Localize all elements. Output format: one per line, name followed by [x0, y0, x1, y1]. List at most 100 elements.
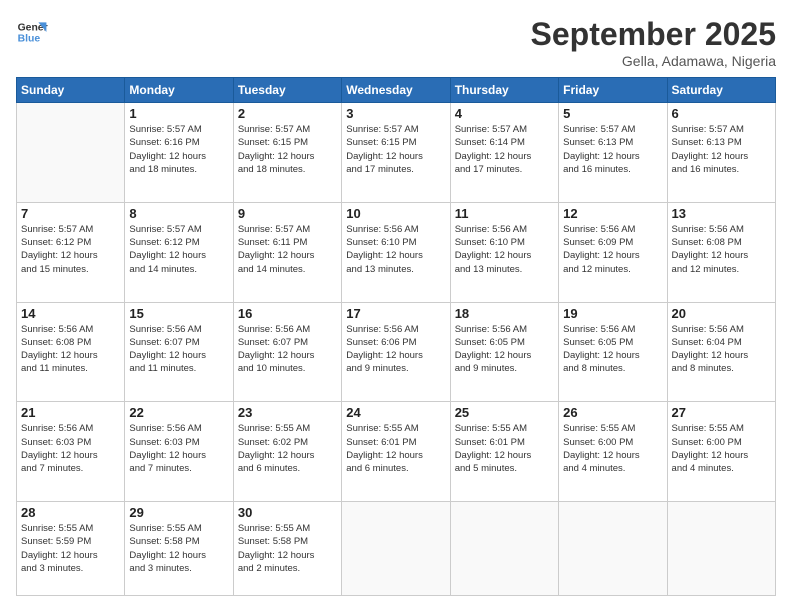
week-row-4: 21 Sunrise: 5:56 AM Sunset: 6:03 PM Dayli…: [17, 402, 776, 502]
day-cell: 20 Sunrise: 5:56 AM Sunset: 6:04 PM Dayli…: [667, 302, 775, 402]
day-number: 14: [21, 306, 120, 321]
day-number: 22: [129, 405, 228, 420]
logo: General Blue: [16, 16, 48, 48]
day-number: 23: [238, 405, 337, 420]
day-number: 2: [238, 106, 337, 121]
day-cell: 21 Sunrise: 5:56 AM Sunset: 6:03 PM Dayli…: [17, 402, 125, 502]
day-info: Sunrise: 5:55 AM Sunset: 5:59 PM Dayligh…: [21, 522, 120, 575]
day-cell: [559, 502, 667, 596]
day-number: 10: [346, 206, 445, 221]
day-number: 9: [238, 206, 337, 221]
day-info: Sunrise: 5:55 AM Sunset: 6:00 PM Dayligh…: [672, 422, 771, 475]
day-headers: Sunday Monday Tuesday Wednesday Thursday…: [17, 78, 776, 103]
day-info: Sunrise: 5:57 AM Sunset: 6:12 PM Dayligh…: [129, 223, 228, 276]
day-cell: 29Sunrise: 5:55 AM Sunset: 5:58 PM Dayli…: [125, 502, 233, 596]
day-cell: 15 Sunrise: 5:56 AM Sunset: 6:07 PM Dayli…: [125, 302, 233, 402]
day-number: 7: [21, 206, 120, 221]
week-row-3: 14 Sunrise: 5:56 AM Sunset: 6:08 PM Dayli…: [17, 302, 776, 402]
day-cell: [450, 502, 558, 596]
day-info: Sunrise: 5:57 AM Sunset: 6:12 PM Dayligh…: [21, 223, 120, 276]
day-info: Sunrise: 5:55 AM Sunset: 6:01 PM Dayligh…: [346, 422, 445, 475]
calendar: Sunday Monday Tuesday Wednesday Thursday…: [16, 77, 776, 596]
title-area: September 2025 Gella, Adamawa, Nigeria: [531, 16, 776, 69]
day-info: Sunrise: 5:56 AM Sunset: 6:07 PM Dayligh…: [129, 323, 228, 376]
day-cell: 9 Sunrise: 5:57 AM Sunset: 6:11 PM Daylig…: [233, 202, 341, 302]
day-info: Sunrise: 5:56 AM Sunset: 6:05 PM Dayligh…: [455, 323, 554, 376]
day-number: 26: [563, 405, 662, 420]
day-info: Sunrise: 5:55 AM Sunset: 6:02 PM Dayligh…: [238, 422, 337, 475]
day-cell: 30 Sunrise: 5:55 AM Sunset: 5:58 PM Dayli…: [233, 502, 341, 596]
day-number: 30: [238, 505, 337, 520]
header-thursday: Thursday: [450, 78, 558, 103]
day-number: 21: [21, 405, 120, 420]
day-info: Sunrise: 5:57 AM Sunset: 6:13 PM Dayligh…: [563, 123, 662, 176]
day-info: Sunrise: 5:56 AM Sunset: 6:10 PM Dayligh…: [346, 223, 445, 276]
day-cell: 23 Sunrise: 5:55 AM Sunset: 6:02 PM Dayli…: [233, 402, 341, 502]
week-row-2: 7 Sunrise: 5:57 AM Sunset: 6:12 PM Daylig…: [17, 202, 776, 302]
day-number: 27: [672, 405, 771, 420]
header-sunday: Sunday: [17, 78, 125, 103]
day-number: 5: [563, 106, 662, 121]
svg-text:Blue: Blue: [18, 34, 41, 45]
day-cell: [17, 103, 125, 203]
header-monday: Monday: [125, 78, 233, 103]
day-cell: 19 Sunrise: 5:56 AM Sunset: 6:05 PM Dayli…: [559, 302, 667, 402]
day-cell: [667, 502, 775, 596]
day-info: Sunrise: 5:55 AM Sunset: 6:01 PM Dayligh…: [455, 422, 554, 475]
day-info: Sunrise: 5:57 AM Sunset: 6:11 PM Dayligh…: [238, 223, 337, 276]
day-info: Sunrise: 5:56 AM Sunset: 6:03 PM Dayligh…: [129, 422, 228, 475]
day-info: Sunrise: 5:56 AM Sunset: 6:07 PM Dayligh…: [238, 323, 337, 376]
day-info: Sunrise: 5:57 AM Sunset: 6:13 PM Dayligh…: [672, 123, 771, 176]
day-info: Sunrise: 5:56 AM Sunset: 6:06 PM Dayligh…: [346, 323, 445, 376]
day-info: Sunrise: 5:56 AM Sunset: 6:05 PM Dayligh…: [563, 323, 662, 376]
day-info: Sunrise: 5:55 AM Sunset: 6:00 PM Dayligh…: [563, 422, 662, 475]
day-info: Sunrise: 5:57 AM Sunset: 6:15 PM Dayligh…: [346, 123, 445, 176]
day-info: Sunrise: 5:56 AM Sunset: 6:09 PM Dayligh…: [563, 223, 662, 276]
page: General Blue September 2025 Gella, Adama…: [0, 0, 792, 612]
day-info: Sunrise: 5:56 AM Sunset: 6:04 PM Dayligh…: [672, 323, 771, 376]
day-cell: 2 Sunrise: 5:57 AM Sunset: 6:15 PM Daylig…: [233, 103, 341, 203]
day-number: 18: [455, 306, 554, 321]
day-cell: 17Sunrise: 5:56 AM Sunset: 6:06 PM Dayli…: [342, 302, 450, 402]
day-number: 25: [455, 405, 554, 420]
day-info: Sunrise: 5:57 AM Sunset: 6:15 PM Dayligh…: [238, 123, 337, 176]
header: General Blue September 2025 Gella, Adama…: [16, 16, 776, 69]
day-cell: 1Sunrise: 5:57 AM Sunset: 6:16 PM Daylig…: [125, 103, 233, 203]
header-wednesday: Wednesday: [342, 78, 450, 103]
day-info: Sunrise: 5:56 AM Sunset: 6:08 PM Dayligh…: [21, 323, 120, 376]
day-number: 16: [238, 306, 337, 321]
day-cell: 7 Sunrise: 5:57 AM Sunset: 6:12 PM Daylig…: [17, 202, 125, 302]
week-row-5: 28 Sunrise: 5:55 AM Sunset: 5:59 PM Dayli…: [17, 502, 776, 596]
location: Gella, Adamawa, Nigeria: [531, 53, 776, 69]
day-number: 13: [672, 206, 771, 221]
week-row-1: 1Sunrise: 5:57 AM Sunset: 6:16 PM Daylig…: [17, 103, 776, 203]
day-cell: 27 Sunrise: 5:55 AM Sunset: 6:00 PM Dayli…: [667, 402, 775, 502]
day-number: 6: [672, 106, 771, 121]
day-cell: 25 Sunrise: 5:55 AM Sunset: 6:01 PM Dayli…: [450, 402, 558, 502]
day-number: 12: [563, 206, 662, 221]
day-cell: 8 Sunrise: 5:57 AM Sunset: 6:12 PM Daylig…: [125, 202, 233, 302]
day-cell: 3Sunrise: 5:57 AM Sunset: 6:15 PM Daylig…: [342, 103, 450, 203]
day-cell: 28 Sunrise: 5:55 AM Sunset: 5:59 PM Dayli…: [17, 502, 125, 596]
day-number: 28: [21, 505, 120, 520]
day-cell: 4Sunrise: 5:57 AM Sunset: 6:14 PM Daylig…: [450, 103, 558, 203]
day-info: Sunrise: 5:56 AM Sunset: 6:03 PM Dayligh…: [21, 422, 120, 475]
day-cell: 13 Sunrise: 5:56 AM Sunset: 6:08 PM Dayli…: [667, 202, 775, 302]
day-info: Sunrise: 5:55 AM Sunset: 5:58 PM Dayligh…: [238, 522, 337, 575]
day-cell: 18 Sunrise: 5:56 AM Sunset: 6:05 PM Dayli…: [450, 302, 558, 402]
day-number: 24: [346, 405, 445, 420]
day-cell: 5 Sunrise: 5:57 AM Sunset: 6:13 PM Daylig…: [559, 103, 667, 203]
day-cell: 6 Sunrise: 5:57 AM Sunset: 6:13 PM Daylig…: [667, 103, 775, 203]
day-number: 11: [455, 206, 554, 221]
day-number: 15: [129, 306, 228, 321]
day-cell: 16 Sunrise: 5:56 AM Sunset: 6:07 PM Dayli…: [233, 302, 341, 402]
day-number: 29: [129, 505, 228, 520]
day-number: 20: [672, 306, 771, 321]
day-info: Sunrise: 5:56 AM Sunset: 6:08 PM Dayligh…: [672, 223, 771, 276]
header-saturday: Saturday: [667, 78, 775, 103]
day-number: 8: [129, 206, 228, 221]
logo-icon: General Blue: [16, 16, 48, 48]
day-cell: 14 Sunrise: 5:56 AM Sunset: 6:08 PM Dayli…: [17, 302, 125, 402]
month-title: September 2025: [531, 16, 776, 53]
day-number: 19: [563, 306, 662, 321]
